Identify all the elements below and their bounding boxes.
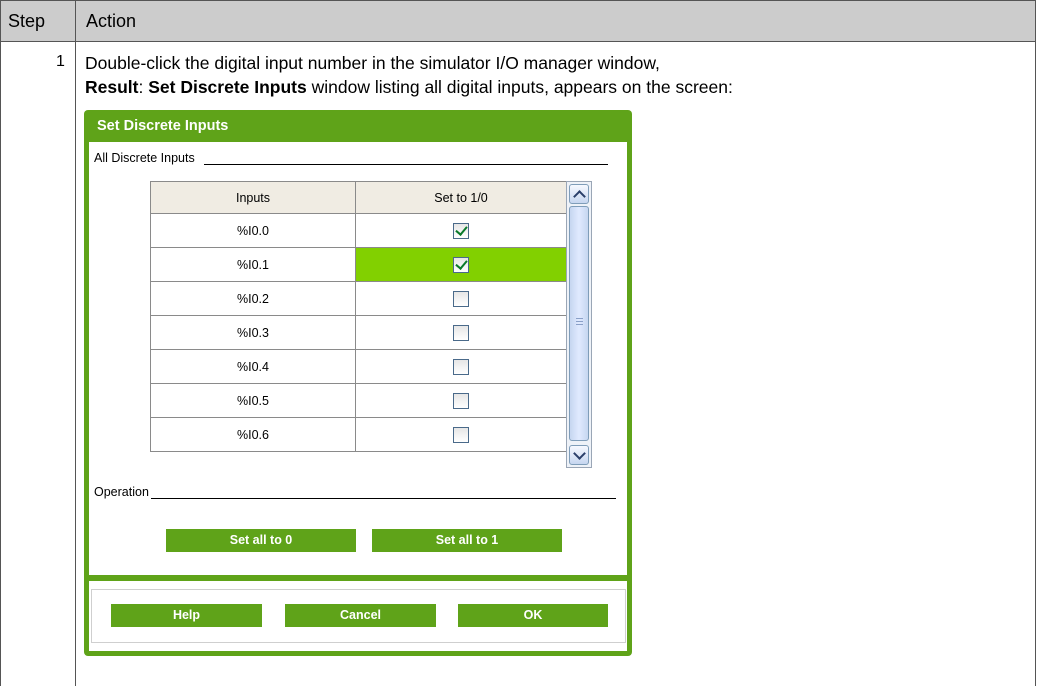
operation-separator bbox=[151, 498, 616, 499]
input-value-checkbox[interactable] bbox=[453, 426, 469, 443]
result-separator: : bbox=[138, 77, 149, 97]
input-value-checkbox[interactable] bbox=[453, 290, 469, 307]
dialog-footer: Help Cancel OK bbox=[89, 581, 627, 651]
result-label: Result bbox=[85, 77, 139, 97]
input-address-cell: %I0.6 bbox=[150, 417, 356, 452]
help-button[interactable]: Help bbox=[111, 604, 262, 627]
cancel-button[interactable]: Cancel bbox=[285, 604, 436, 627]
group-separator bbox=[204, 164, 608, 165]
set-value-cell[interactable] bbox=[355, 383, 567, 418]
grip-icon bbox=[576, 318, 583, 326]
table-border-right bbox=[1035, 42, 1036, 686]
input-address-cell: %I0.5 bbox=[150, 383, 356, 418]
set-value-cell[interactable] bbox=[355, 281, 567, 316]
table-row[interactable]: %I0.4 bbox=[150, 349, 567, 384]
input-address-cell: %I0.4 bbox=[150, 349, 356, 384]
table-row[interactable]: %I0.0 bbox=[150, 213, 567, 248]
input-address-cell: %I0.0 bbox=[150, 213, 356, 248]
step-result: Result: Set Discrete Inputs window listi… bbox=[85, 77, 733, 98]
dialog-body: All Discrete Inputs Inputs Set to 1/0 %I… bbox=[89, 142, 627, 575]
input-address-cell: %I0.1 bbox=[150, 247, 356, 282]
inputs-grid: Inputs Set to 1/0 %I0.0 %I0.1 %I0.2 %I0.3 %I… bbox=[150, 181, 593, 468]
table-row[interactable]: %I0.1 bbox=[150, 247, 567, 282]
column-header-set[interactable]: Set to 1/0 bbox=[355, 181, 567, 214]
set-value-cell[interactable] bbox=[355, 315, 567, 350]
set-discrete-inputs-dialog: Set Discrete Inputs All Discrete Inputs … bbox=[84, 110, 632, 656]
chevron-up-icon bbox=[573, 190, 586, 203]
table-border-left bbox=[0, 42, 1, 686]
input-value-checkbox[interactable] bbox=[453, 222, 469, 239]
step-instruction: Double-click the digital input number in… bbox=[85, 53, 660, 73]
chevron-down-icon bbox=[573, 447, 586, 460]
table-divider bbox=[75, 42, 76, 686]
column-header-inputs[interactable]: Inputs bbox=[150, 181, 356, 214]
input-value-checkbox[interactable] bbox=[453, 324, 469, 341]
step-number: 1 bbox=[56, 53, 65, 70]
set-value-cell[interactable] bbox=[355, 247, 567, 282]
set-value-cell[interactable] bbox=[355, 349, 567, 384]
table-row[interactable]: %I0.3 bbox=[150, 315, 567, 350]
scroll-thumb[interactable] bbox=[569, 206, 589, 441]
step-header: Step bbox=[0, 0, 75, 42]
scroll-down-button[interactable] bbox=[569, 445, 589, 465]
set-value-cell[interactable] bbox=[355, 417, 567, 452]
set-all-to-1-button[interactable]: Set all to 1 bbox=[372, 529, 562, 552]
result-window-name: Set Discrete Inputs bbox=[148, 77, 307, 97]
table-row[interactable]: %I0.5 bbox=[150, 383, 567, 418]
input-address-cell: %I0.3 bbox=[150, 315, 356, 350]
set-value-cell[interactable] bbox=[355, 213, 567, 248]
input-value-checkbox[interactable] bbox=[453, 256, 469, 273]
all-inputs-group-label: All Discrete Inputs bbox=[94, 151, 195, 165]
table-row[interactable]: %I0.6 bbox=[150, 417, 567, 452]
input-value-checkbox[interactable] bbox=[453, 392, 469, 409]
action-header: Action bbox=[75, 0, 1036, 42]
table-row[interactable]: %I0.2 bbox=[150, 281, 567, 316]
set-all-to-0-button[interactable]: Set all to 0 bbox=[166, 529, 356, 552]
result-description: window listing all digital inputs, appea… bbox=[306, 77, 733, 97]
operation-group-label: Operation bbox=[94, 485, 149, 499]
ok-button[interactable]: OK bbox=[458, 604, 608, 627]
dialog-title: Set Discrete Inputs bbox=[97, 118, 229, 134]
vertical-scrollbar[interactable] bbox=[566, 181, 592, 468]
scroll-up-button[interactable] bbox=[569, 184, 589, 204]
input-address-cell: %I0.2 bbox=[150, 281, 356, 316]
input-value-checkbox[interactable] bbox=[453, 358, 469, 375]
